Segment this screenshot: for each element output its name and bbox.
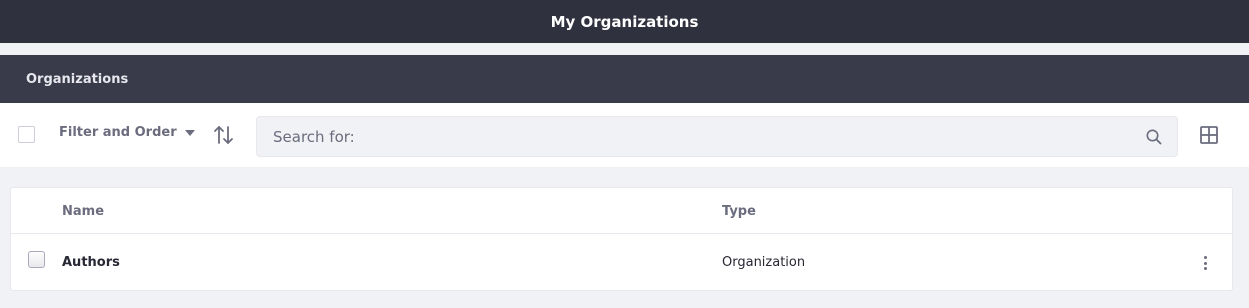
nav-item-organizations[interactable]: Organizations (26, 72, 128, 87)
column-header-name: Name (62, 204, 105, 219)
search-input[interactable] (257, 117, 1137, 156)
filter-and-order-dropdown[interactable]: Filter and Order (59, 125, 195, 140)
column-header-type: Type (722, 204, 756, 219)
management-toolbar: Filter and Order (0, 103, 1249, 167)
kebab-menu-icon[interactable] (1197, 254, 1213, 272)
search-button[interactable] (1145, 128, 1163, 146)
table-row: Authors Organization (11, 235, 1232, 291)
search-icon (1146, 129, 1162, 145)
search-bar (256, 116, 1178, 157)
table-header: Name Type (11, 188, 1232, 234)
row-type: Organization (722, 255, 806, 270)
management-bar: Organizations (0, 55, 1249, 103)
organizations-table: Name Type Authors Organization (10, 187, 1233, 291)
grid-view-icon (1200, 126, 1218, 144)
caret-down-icon (184, 129, 195, 136)
sort-order-button[interactable] (212, 124, 236, 146)
sort-arrows-icon (214, 126, 233, 144)
row-checkbox[interactable] (28, 251, 45, 268)
select-all-checkbox[interactable] (18, 126, 35, 143)
app-header: My Organizations (0, 0, 1249, 43)
filter-and-order-label: Filter and Order (59, 125, 177, 140)
page-title: My Organizations (550, 12, 699, 31)
row-name-link[interactable]: Authors (62, 255, 120, 270)
display-style-button[interactable] (1199, 125, 1219, 145)
